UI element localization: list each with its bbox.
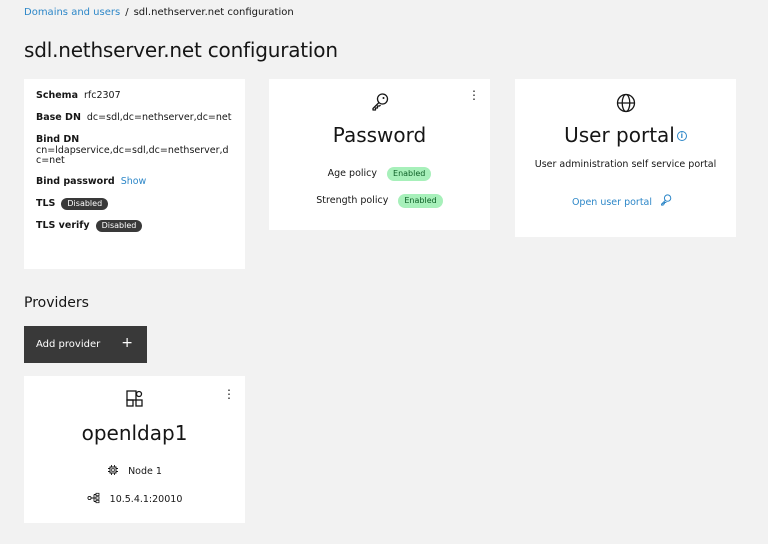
- provider-node-row: Node 1: [24, 464, 245, 477]
- provider-group-icon: [24, 388, 245, 410]
- user-portal-card: User portal i User administration self se…: [515, 79, 736, 237]
- domain-info-card: Schema rfc2307 Base DN dc=sdl,dc=nethserve…: [24, 79, 245, 269]
- strength-policy-label: Strength policy: [316, 195, 389, 206]
- plus-icon: +: [121, 335, 133, 351]
- base-dn-label: Base DN: [36, 112, 81, 123]
- bind-password-label: Bind password: [36, 176, 115, 187]
- password-card-menu-button[interactable]: ⋮: [468, 89, 480, 103]
- base-dn-value: dc=sdl,dc=nethserver,dc=net: [86, 112, 232, 123]
- provider-node-label: Node 1: [128, 466, 162, 477]
- age-policy-label: Age policy: [327, 168, 378, 179]
- provider-name: openldap1: [81, 421, 188, 445]
- user-portal-title: User portal: [564, 123, 675, 147]
- provider-address-value: 10.5.4.1:20010: [109, 494, 183, 505]
- user-portal-title-row: User portal i: [515, 123, 736, 147]
- age-policy-badge: Enabled: [387, 167, 432, 181]
- add-provider-label: Add provider: [36, 339, 101, 350]
- show-password-link[interactable]: Show: [121, 176, 147, 187]
- page-title: sdl.nethserver.net configuration: [24, 38, 338, 62]
- schema-label: Schema: [36, 90, 78, 101]
- base-dn-row: Base DN dc=sdl,dc=nethserver,dc=net: [36, 112, 233, 124]
- age-policy-row: Age policy Enabled: [269, 167, 490, 181]
- schema-value: rfc2307: [84, 90, 121, 101]
- network-icon: [87, 492, 110, 505]
- provider-card-menu-button[interactable]: ⋮: [223, 388, 235, 402]
- open-user-portal-link[interactable]: Open user portal: [572, 197, 652, 208]
- tls-label: TLS: [36, 198, 56, 209]
- key-icon: [269, 91, 490, 113]
- chip-icon: [107, 465, 128, 477]
- info-icon[interactable]: i: [676, 131, 687, 141]
- tls-verify-label: TLS verify: [36, 220, 90, 231]
- tls-verify-status-badge: Disabled: [95, 220, 143, 232]
- breadcrumb: Domains and users / sdl.nethserver.net con…: [24, 6, 294, 20]
- user-portal-description: User administration self service portal: [534, 159, 717, 170]
- strength-policy-badge: Enabled: [398, 194, 443, 208]
- bind-password-row: Bind password Show: [36, 176, 233, 188]
- password-card: ⋮ Password Age policy Enabled Strength po…: [269, 79, 490, 230]
- open-user-portal-link-row[interactable]: Open user portal: [515, 193, 736, 208]
- schema-row: Schema rfc2307: [36, 90, 233, 102]
- providers-section-title: Providers: [24, 295, 89, 311]
- provider-address-row: 10.5.4.1:20010: [24, 492, 245, 505]
- breadcrumb-link-domains[interactable]: Domains and users: [24, 7, 120, 18]
- breadcrumb-separator: /: [125, 7, 129, 18]
- bind-dn-row: Bind DN cn=ldapservice,dc=sdl,dc=nethserv…: [36, 134, 233, 166]
- key-icon: [655, 194, 679, 208]
- add-provider-button[interactable]: Add provider +: [24, 326, 147, 363]
- tls-row: TLS Disabled: [36, 198, 233, 210]
- breadcrumb-current: sdl.nethserver.net configuration: [133, 7, 294, 18]
- provider-card: ⋮ openldap1 Node 1 10.5.4.1:20010: [24, 376, 245, 523]
- tls-status-badge: Disabled: [61, 198, 109, 210]
- tls-verify-row: TLS verify Disabled: [36, 220, 233, 232]
- bind-dn-value: cn=ldapservice,dc=sdl,dc=nethserver,dc=n…: [36, 145, 229, 166]
- globe-icon: [515, 92, 736, 114]
- password-card-title: Password: [332, 123, 427, 147]
- strength-policy-row: Strength policy Enabled: [269, 194, 490, 208]
